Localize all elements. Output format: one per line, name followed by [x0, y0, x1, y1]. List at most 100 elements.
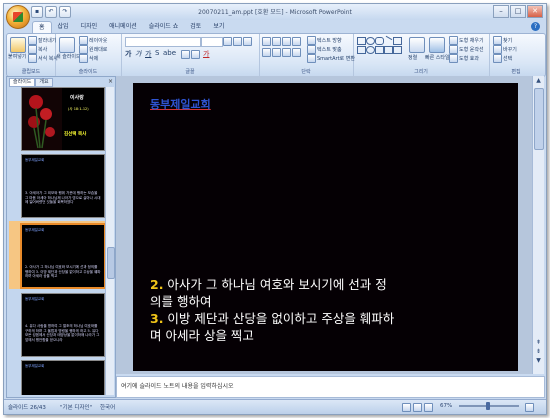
tab-design[interactable]: 디자인	[75, 21, 104, 33]
tab-animations[interactable]: 애니메이션	[103, 21, 143, 33]
copy-button[interactable]: 복사	[28, 45, 47, 54]
align-text-label: 텍스트 맞춤	[317, 47, 342, 53]
align-buttons[interactable]	[262, 48, 301, 57]
tab-review[interactable]: 검토	[184, 21, 207, 33]
slide-title[interactable]: 동부제일교회	[150, 96, 211, 112]
slide-thumbnail-selected[interactable]: 동부제일교회 2. 아사가 그 하나님 여호와 보시기에 선과 정의를 행하여 …	[9, 221, 105, 289]
office-button[interactable]	[6, 5, 30, 29]
font-size-dropdown[interactable]	[201, 37, 223, 47]
layout-button[interactable]: 레이아웃	[79, 36, 107, 45]
italic-button[interactable]: 가	[135, 49, 141, 59]
shape-effects-button[interactable]: 도형 효과	[449, 54, 479, 63]
quick-styles-button[interactable]: 빠른 스타일	[425, 54, 450, 61]
bullets-button[interactable]	[262, 37, 301, 46]
zoom-slider[interactable]	[459, 402, 519, 410]
current-slide[interactable]: 동부제일교회 2. 아사가 그 하나님 여호와 보시기에 선과 정 의를 행하여…	[133, 83, 518, 371]
notes-pane[interactable]: 여기에 슬라이드 노트의 내용을 입력하십시오	[116, 376, 545, 398]
font-group: 가 가 가 S abe 가 글꼴	[121, 34, 260, 76]
underline-button[interactable]: 가	[145, 49, 151, 59]
slide-thumbnail[interactable]: 동부제일교회 4. 유다 사람을 명하여 그 열조의 하나님 여호와를 구하게 …	[9, 293, 105, 357]
panel-close-icon[interactable]: ×	[108, 78, 113, 85]
tab-slides[interactable]: 슬라이드	[9, 78, 36, 87]
tab-outline[interactable]: 개요	[35, 78, 53, 87]
spacing-button[interactable]	[181, 50, 200, 59]
undo-icon[interactable]: ↶	[45, 6, 57, 18]
zoom-level[interactable]: 67%	[440, 403, 452, 409]
arrange-button[interactable]: 정렬	[408, 54, 417, 61]
callout-shape-icon[interactable]	[384, 46, 393, 54]
slide-sorter-icon[interactable]	[412, 403, 422, 412]
line-shape-icon[interactable]	[382, 35, 393, 46]
redo-icon[interactable]: ↷	[59, 6, 71, 18]
new-slide-icon[interactable]	[59, 37, 75, 53]
thumbnail-text: 4. 유다 사람을 명하여 그 열조의 하나님 여호와를 구하게 하며 그 율법…	[25, 324, 100, 342]
grow-font-button[interactable]	[223, 37, 252, 46]
slideshow-icon[interactable]	[423, 403, 433, 412]
slide-panel: 슬라이드 개요 × 이사랑 (사 18:1-12) 김선택 목사 동부제일교회 …	[6, 76, 116, 398]
quick-styles-icon[interactable]	[429, 37, 445, 53]
reset-button[interactable]: 원래대로	[79, 45, 107, 54]
normal-view-icon[interactable]	[402, 403, 411, 412]
slide-thumbnail[interactable]: 이사랑 (사 18:1-12) 김선택 목사	[9, 87, 105, 151]
paste-icon[interactable]	[10, 37, 26, 53]
font-color-button[interactable]: 가	[203, 49, 209, 59]
slide-scroll-thumb[interactable]	[534, 88, 544, 150]
panel-scrollbar[interactable]	[105, 87, 115, 395]
save-icon[interactable]: ▪	[31, 6, 43, 18]
format-painter-button[interactable]: 서식 복사	[28, 54, 58, 63]
scroll-up-icon[interactable]: ▲	[533, 76, 544, 85]
fit-to-window-icon[interactable]	[525, 403, 534, 414]
language-indicator[interactable]: 한국어	[100, 403, 115, 411]
font-name-dropdown[interactable]	[125, 37, 201, 47]
align-right-icon	[282, 48, 291, 57]
shape-outline-button[interactable]: 도형 윤곽선	[449, 45, 484, 54]
strikethrough-button[interactable]: abe	[163, 49, 176, 57]
thumbnail-image: 동부제일교회 4. 유다 사람을 명하여 그 열조의 하나님 여호와를 구하게 …	[21, 293, 105, 357]
oval-shape-icon[interactable]	[366, 37, 375, 45]
bold-button[interactable]: 가	[125, 49, 131, 59]
outdent-icon	[292, 37, 301, 46]
replace-label: 바꾸기	[503, 47, 517, 53]
arrange-icon[interactable]	[409, 37, 425, 53]
help-icon[interactable]: ?	[531, 22, 540, 31]
star-shape-icon[interactable]	[393, 46, 402, 54]
find-button[interactable]: 찾기	[493, 36, 512, 45]
tab-slideshow[interactable]: 슬라이드 쇼	[143, 21, 185, 33]
shadow-button[interactable]: S	[155, 49, 159, 57]
scroll-down-icon[interactable]: ▼	[533, 356, 544, 365]
slide-line: 며 아세라 상을 찍고	[150, 327, 510, 344]
select-label: 선택	[503, 56, 513, 62]
close-button[interactable]: ✕	[527, 5, 543, 18]
panel-scroll-thumb[interactable]	[107, 247, 115, 279]
slide-body-text[interactable]: 2. 아사가 그 하나님 여호와 보시기에 선과 정 의를 행하여 3. 이방 …	[150, 276, 510, 344]
select-button[interactable]: 선택	[493, 54, 512, 63]
shape-fill-button[interactable]: 도형 채우기	[449, 36, 484, 45]
zoom-slider-knob[interactable]	[486, 402, 490, 410]
cut-button[interactable]: 잘라내기	[28, 36, 56, 45]
tab-insert[interactable]: 삽입	[52, 21, 75, 33]
slide-thumbnail[interactable]: 동부제일교회	[9, 360, 105, 395]
replace-button[interactable]: 바꾸기	[493, 45, 517, 54]
slide-scrollbar[interactable]: ▲ ⇞ ⇟ ▼	[532, 76, 544, 374]
paste-button[interactable]: 붙여넣기	[8, 53, 26, 60]
minimize-button[interactable]: –	[493, 5, 509, 18]
next-slide-icon[interactable]: ⇟	[533, 347, 544, 356]
tab-home[interactable]: 홈	[32, 21, 52, 33]
new-slide-button[interactable]: 새 슬라이드	[56, 53, 81, 60]
slide-thumbnail[interactable]: 동부제일교회 3. 아세아가 그 외모와 행위 가운데 행하는 모습을 그 마음…	[9, 154, 105, 218]
maximize-button[interactable]: □	[510, 5, 526, 18]
tab-view[interactable]: 보기	[207, 21, 230, 33]
thumbnail-image: 동부제일교회	[21, 360, 105, 395]
text-direction-button[interactable]: 텍스트 방향	[307, 36, 342, 45]
textbox-shape-icon[interactable]	[393, 37, 402, 45]
smartart-button[interactable]: SmartArt로 변환	[307, 54, 355, 63]
rectangle-shape-icon[interactable]	[357, 37, 366, 45]
layout-icon	[79, 36, 88, 45]
paint-bucket-icon	[449, 36, 458, 45]
circle-shape-icon[interactable]	[366, 46, 375, 54]
triangle-shape-icon[interactable]	[375, 46, 384, 54]
delete-slide-button[interactable]: 삭제	[79, 54, 98, 63]
previous-slide-icon[interactable]: ⇞	[533, 338, 544, 347]
arrow-shape-icon[interactable]	[357, 46, 366, 54]
align-text-button[interactable]: 텍스트 맞춤	[307, 45, 342, 54]
